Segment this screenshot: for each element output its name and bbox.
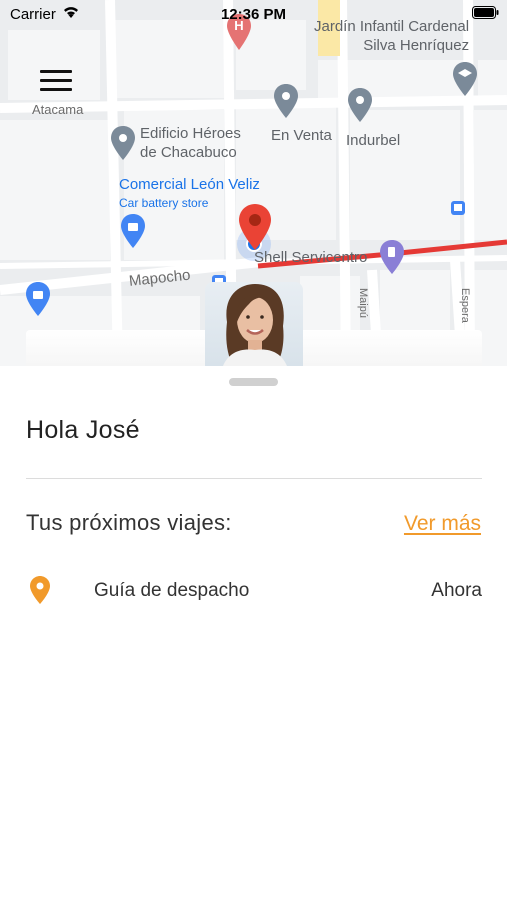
- trip-time: Ahora: [431, 580, 482, 601]
- hamburger-icon: [40, 70, 72, 73]
- menu-button[interactable]: [38, 66, 74, 96]
- bottom-sheet: Hola José Tus próximos viajes: Ver más G…: [0, 366, 507, 900]
- map-label-edificio: Edificio Héroes de Chacabuco: [140, 125, 241, 161]
- gas-station-icon[interactable]: [380, 240, 404, 274]
- shopping-bag-icon[interactable]: [26, 282, 50, 316]
- divider: [26, 478, 482, 479]
- map-label-car-battery: Car battery store: [119, 196, 209, 210]
- hamburger-icon-line: [40, 88, 72, 91]
- destination-pin-icon[interactable]: [239, 204, 271, 250]
- greeting-title: Hola José: [26, 416, 140, 444]
- upcoming-trips-heading: Tus próximos viajes:: [26, 510, 232, 535]
- user-photo: [223, 284, 287, 366]
- map-label-indurbel: Indurbel: [346, 132, 401, 149]
- status-bar: Carrier 12:36 PM: [0, 0, 507, 28]
- avatar[interactable]: [205, 282, 303, 366]
- status-time: 12:36 PM: [220, 6, 287, 23]
- map-label-maipu: Maipú: [357, 288, 369, 318]
- map-label-en-venta: En Venta: [271, 127, 332, 144]
- trip-name: Guía de despacho: [94, 580, 250, 601]
- see-more-link[interactable]: Ver más: [404, 512, 481, 536]
- map-label-espera: Espera: [459, 288, 471, 323]
- trip-list-item[interactable]: Guía de despacho Ahora: [26, 572, 482, 612]
- sheet-drag-handle[interactable]: [229, 378, 278, 386]
- shopping-bag-icon[interactable]: [121, 214, 145, 248]
- school-icon[interactable]: [453, 62, 477, 96]
- hamburger-icon-line: [40, 79, 72, 82]
- map-label-atacama: Atacama: [32, 102, 84, 117]
- map-pin-icon[interactable]: [111, 126, 135, 160]
- map-pin-icon[interactable]: [348, 88, 372, 122]
- map-label-shell: Shell Servicentro: [254, 249, 368, 266]
- battery-icon: [472, 6, 499, 19]
- bus-stop-icon[interactable]: [450, 200, 466, 216]
- location-pin-icon: [30, 576, 50, 604]
- map-pin-icon[interactable]: [274, 84, 298, 118]
- map-label-comercial: Comercial León Veliz: [119, 176, 260, 193]
